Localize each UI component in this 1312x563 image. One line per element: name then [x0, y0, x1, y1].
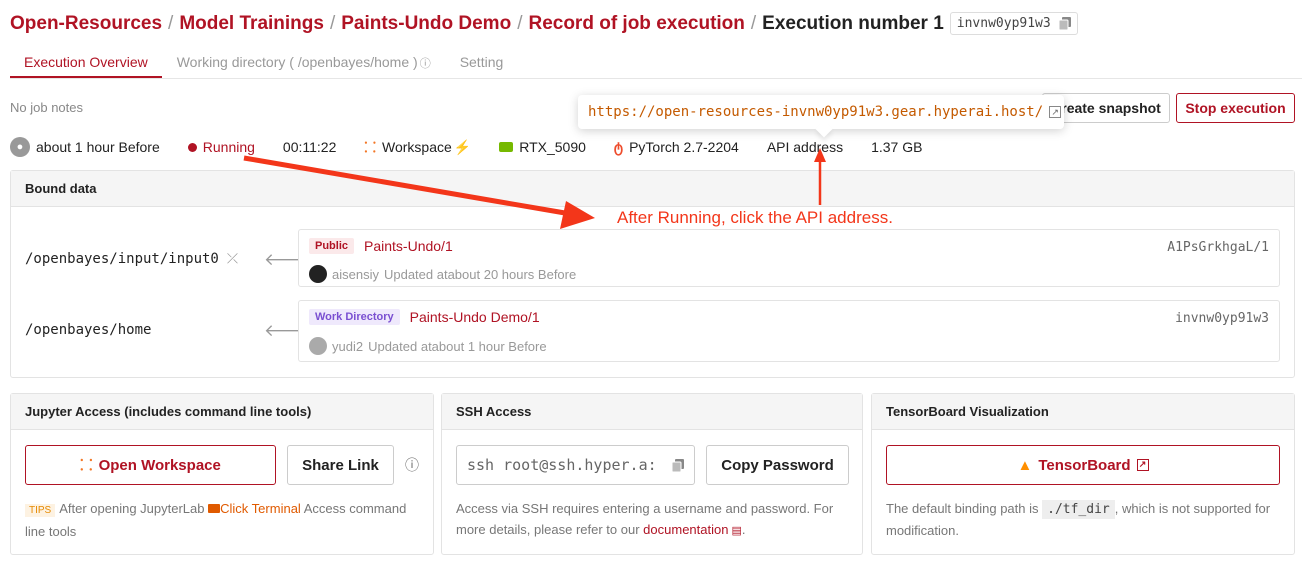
jupyter-icon: ⸬: [80, 457, 93, 474]
workdir-version: invnw0yp91w3: [1175, 311, 1269, 326]
job-notes: No job notes: [10, 100, 83, 115]
tab-working-directory-label: Working directory ( /openbayes/home ): [176, 54, 418, 70]
share-link-button[interactable]: Share Link: [287, 445, 394, 485]
unbind-icon[interactable]: ⤫: [227, 251, 238, 267]
breadcrumb-job-record[interactable]: Record of job execution: [528, 13, 744, 35]
breadcrumb-open-resources[interactable]: Open-Resources: [10, 13, 162, 35]
tensorboard-button[interactable]: ▲ TensorBoard ↗: [886, 445, 1280, 485]
mount-path: /openbayes/input/input0 ⤫: [25, 251, 238, 267]
ssh-note: Access via SSH requires entering a usern…: [456, 498, 851, 542]
doc-icon: ▤: [728, 525, 742, 537]
workdir-user: yudi2: [332, 338, 364, 354]
tensorboard-note-text: The default binding path is: [886, 501, 1039, 516]
framework: PyTorch 2.7-2204: [629, 139, 739, 155]
info-icon: ⓘ: [419, 58, 431, 70]
click-terminal-link[interactable]: Click Terminal: [220, 501, 301, 516]
breadcrumb: Open-Resources / Model Trainings / Paints-…: [10, 12, 1078, 35]
dataset-updated: Updated atabout 20 hours Before: [383, 266, 577, 282]
jupyter-tip: TIPS After opening JupyterLab Click Termi…: [25, 498, 425, 542]
terminal-icon: [208, 504, 221, 513]
gpu-type: RTX_5090: [519, 139, 586, 155]
avatar: [309, 265, 327, 283]
dataset-meta: aisensiy Updated atabout 20 hours Before: [309, 265, 576, 283]
job-id: invnw0yp91w3: [956, 16, 1051, 31]
env-type: Workspace: [382, 139, 452, 155]
breadcrumb-separator: /: [329, 12, 336, 34]
jupyter-icon: ⸬: [364, 138, 376, 155]
tensorflow-icon: ▲: [1017, 456, 1033, 474]
stop-execution-button[interactable]: Stop execution: [1176, 93, 1295, 123]
tip-text: After opening JupyterLab: [59, 501, 205, 516]
tensorboard-note: The default binding path is ./tf_dir, wh…: [886, 498, 1281, 541]
mount-path-label: /openbayes/home: [25, 322, 152, 338]
workdir-updated: Updated atabout 1 hour Before: [368, 338, 547, 354]
external-link-icon[interactable]: ↗: [1049, 106, 1062, 118]
external-link-icon: ↗: [1136, 459, 1149, 471]
tab-execution-overview[interactable]: Execution Overview: [10, 52, 162, 78]
jupyter-title: Jupyter Access (includes command line to…: [11, 394, 433, 430]
public-badge: Public: [309, 238, 355, 254]
ssh-command-input[interactable]: ssh root@ssh.hyper.a:: [456, 445, 695, 485]
duration: 00:11:22: [282, 139, 337, 155]
running-dot-icon: [187, 142, 197, 152]
lightning-icon: ⚡: [453, 138, 472, 155]
ssh-title: SSH Access: [442, 394, 862, 430]
pytorch-icon: ტ: [613, 138, 624, 155]
tensorboard-label: TensorBoard: [1038, 456, 1131, 474]
workdir-card[interactable]: Work Directory Paints-Undo Demo/1 invnw0…: [298, 300, 1280, 362]
dataset-card[interactable]: Public Paints-Undo/1 A1PsGrkhgaL/1 aisen…: [298, 229, 1280, 287]
nvidia-icon: [499, 142, 514, 152]
bound-data-title: Bound data: [11, 171, 1294, 207]
api-address-link[interactable]: API address: [767, 139, 843, 155]
dataset-version: A1PsGrkhgaL/1: [1167, 240, 1269, 255]
user-avatar-icon: ●: [10, 137, 30, 157]
tab-bar: Execution Overview Working directory ( /…: [10, 52, 1302, 79]
status-bar: ● about 1 hour Before Running 00:11:22 ⸬ W…: [10, 137, 950, 157]
api-address-tooltip: https://open-resources-invnw0yp91w3.gear…: [578, 95, 1064, 129]
copy-icon[interactable]: [672, 459, 684, 472]
documentation-link[interactable]: documentation: [643, 522, 728, 537]
tips-badge: TIPS: [25, 504, 56, 517]
ssh-note-end: .: [741, 522, 746, 537]
job-id-badge: invnw0yp91w3: [949, 12, 1078, 35]
status-badge: Running: [202, 139, 255, 155]
mount-path: /openbayes/home: [25, 322, 151, 338]
api-url[interactable]: https://open-resources-invnw0yp91w3.gear…: [588, 104, 1043, 120]
tensorboard-title: TensorBoard Visualization: [872, 394, 1294, 430]
mount-path-label: /openbayes/input/input0: [25, 251, 219, 267]
copy-password-button[interactable]: Copy Password: [706, 445, 849, 485]
avatar: [309, 337, 327, 355]
annotation-text: After Running, click the API address.: [617, 208, 893, 227]
start-time: about 1 hour Before: [36, 139, 160, 155]
dataset-user: aisensiy: [332, 266, 379, 282]
open-workspace-button[interactable]: ⸬ Open Workspace: [25, 445, 276, 485]
copy-icon[interactable]: [1058, 17, 1071, 30]
breadcrumb-separator: /: [750, 12, 757, 34]
disk-size: 1.37 GB: [871, 139, 923, 155]
breadcrumb-separator: /: [168, 12, 174, 34]
open-workspace-label: Open Workspace: [98, 456, 221, 474]
work-directory-badge: Work Directory: [309, 309, 400, 325]
breadcrumb-project[interactable]: Paints-Undo Demo: [341, 13, 511, 35]
breadcrumb-separator: /: [517, 12, 523, 34]
breadcrumb-model-trainings[interactable]: Model Trainings: [179, 13, 324, 35]
info-icon[interactable]: ⓘ: [405, 455, 419, 475]
page-title: Execution number 1: [762, 12, 944, 34]
tab-working-directory[interactable]: Working directory ( /openbayes/home ) ⓘ: [163, 52, 445, 78]
ssh-command: ssh root@ssh.hyper.a:: [467, 456, 657, 474]
tab-setting[interactable]: Setting: [446, 52, 518, 78]
tf-dir-path: ./tf_dir: [1042, 500, 1115, 519]
workdir-name[interactable]: Paints-Undo Demo/1: [410, 309, 540, 325]
dataset-name[interactable]: Paints-Undo/1: [364, 238, 453, 254]
workdir-meta: yudi2 Updated atabout 1 hour Before: [309, 337, 547, 355]
